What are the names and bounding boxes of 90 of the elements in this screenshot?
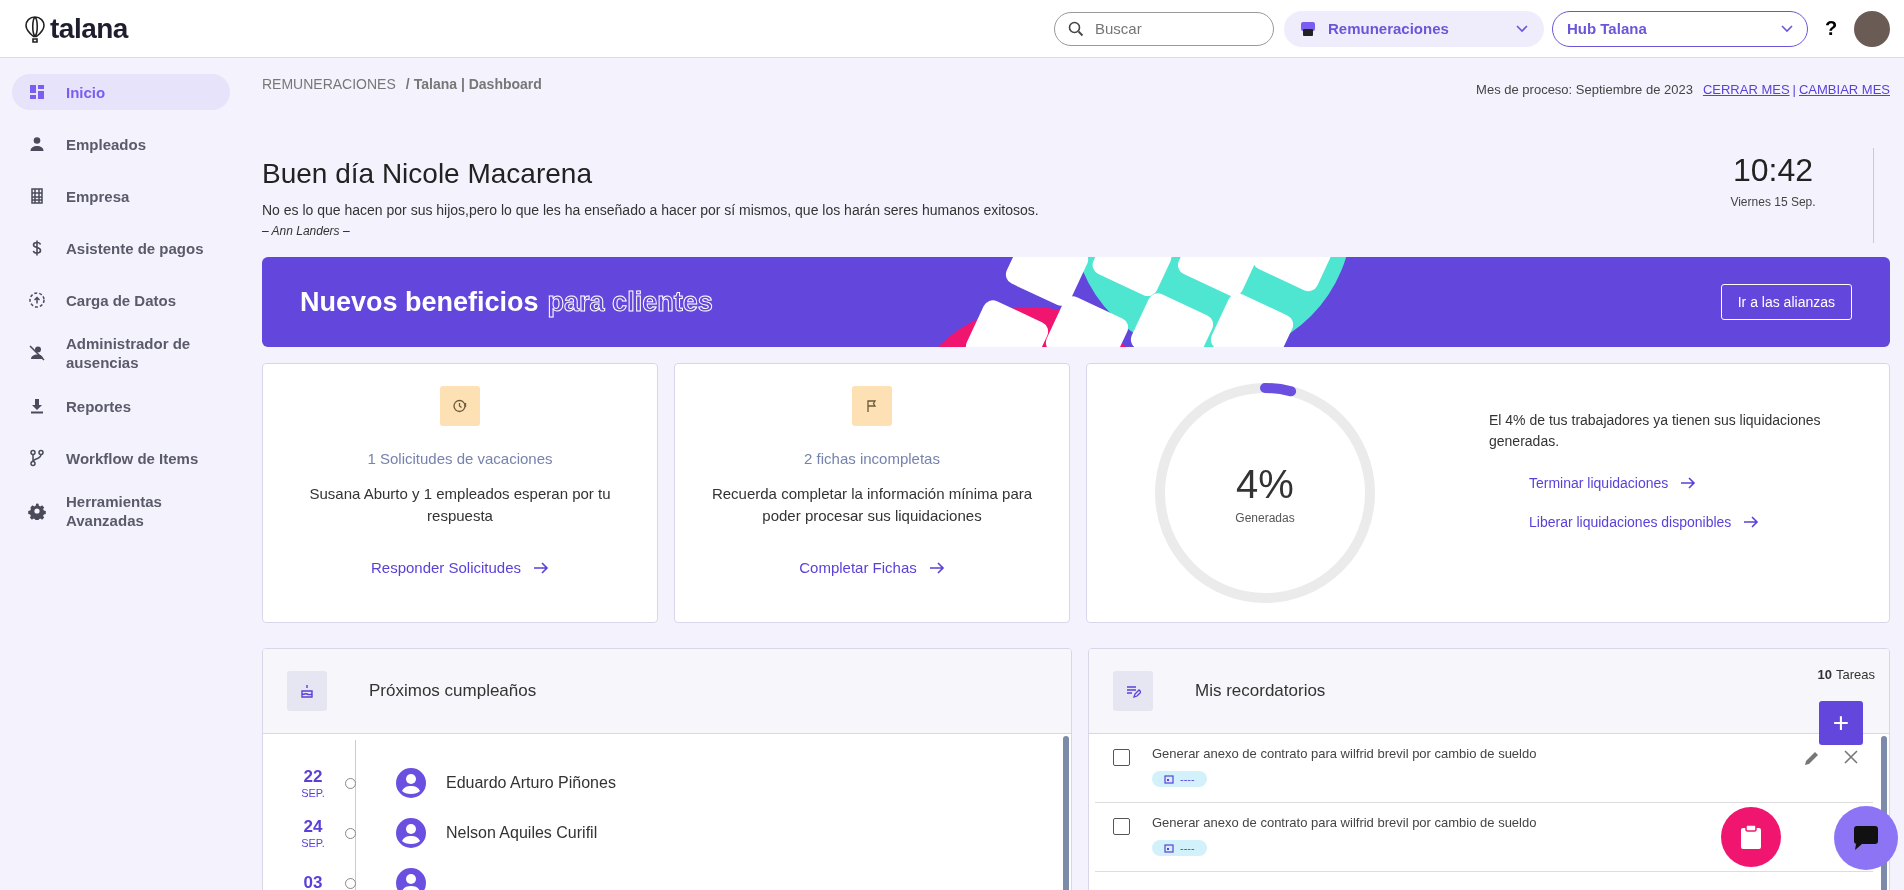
sidebar-item[interactable]: Herramientas Avanzadas xyxy=(12,492,230,530)
person-icon xyxy=(28,135,46,153)
card-title: 1 Solicitudes de vacaciones xyxy=(367,450,553,467)
employee-name: Eduardo Arturo Piñones xyxy=(446,774,616,792)
sidebar-item[interactable]: Empleados xyxy=(12,126,230,162)
close-icon[interactable] xyxy=(1843,749,1859,765)
clock-time: 10:42 xyxy=(1731,152,1815,189)
dashboard-icon xyxy=(28,83,46,101)
list-edit-icon xyxy=(1113,671,1153,711)
birthday-month: SEP. xyxy=(300,787,326,799)
progress-link[interactable]: Terminar liquidaciones xyxy=(1529,475,1697,491)
change-month-link[interactable]: CAMBIAR MES xyxy=(1799,82,1890,97)
arrow-right-icon xyxy=(1680,476,1697,490)
task-count: 10 xyxy=(1817,667,1832,682)
sidebar-item[interactable]: Asistente de pagos xyxy=(12,230,230,266)
alliances-button[interactable]: Ir a las alianzas xyxy=(1720,284,1852,320)
hub-dropdown[interactable]: Hub Talana xyxy=(1552,10,1808,47)
sidebar-item[interactable]: Administrador de ausencias xyxy=(12,334,230,372)
clock-icon xyxy=(440,386,480,426)
chevron-down-icon xyxy=(1781,24,1793,33)
card-text: Recuerda completar la información mínima para poder procesar sus liquidaciones xyxy=(710,484,1034,526)
progress-value: 4% xyxy=(1236,461,1294,507)
search-field[interactable]: Buscar xyxy=(1054,11,1274,46)
sidebar-item[interactable]: Reportes xyxy=(12,388,230,424)
person-avatar-icon xyxy=(396,768,426,798)
download-icon xyxy=(28,397,46,415)
quote-author: – Ann Landers – xyxy=(262,224,351,238)
date-tag: ---- xyxy=(1152,840,1207,856)
building-icon xyxy=(28,187,46,205)
printer-icon xyxy=(1300,20,1316,37)
clipboard-icon xyxy=(1740,824,1762,850)
card-link[interactable]: Responder Solicitudes xyxy=(370,559,550,576)
upload-icon xyxy=(28,291,46,309)
quote-text: No es lo que hacen por sus hijos,pero lo que les ha enseñado a hacer por sí mismos, que los harán seres humanos exitosos. xyxy=(262,202,1039,218)
close-month-link[interactable]: CERRAR MES xyxy=(1702,82,1790,97)
progress-text: El 4% de tus trabajadores ya tienen sus liquidaciones generadas. xyxy=(1489,411,1822,451)
balloon-icon xyxy=(24,14,46,43)
task-count-label: Tareas xyxy=(1835,667,1875,682)
calendar-icon xyxy=(1164,774,1174,784)
breadcrumb-separator: / xyxy=(405,76,410,92)
panel-title: Mis recordatorios xyxy=(1195,681,1326,701)
employee-name: Nelson Aquiles Curifil xyxy=(446,824,598,842)
date-tag: ---- xyxy=(1152,771,1207,787)
card-link[interactable]: Completar Fichas xyxy=(799,559,945,576)
timeline-dot xyxy=(345,777,356,789)
sidebar-item[interactable]: Carga de Datos xyxy=(12,282,230,318)
branch-icon xyxy=(28,449,46,467)
progress-caption: Generadas xyxy=(1235,510,1295,525)
user-avatar[interactable] xyxy=(1854,10,1890,47)
timeline-dot xyxy=(345,827,356,839)
module-dropdown[interactable]: Remuneraciones xyxy=(1284,10,1544,47)
calendar-icon xyxy=(1164,843,1174,853)
add-reminder-button[interactable]: + xyxy=(1819,701,1863,745)
cake-icon xyxy=(287,671,327,711)
checkbox[interactable] xyxy=(1113,818,1130,835)
search-icon xyxy=(1068,20,1084,37)
sidebar-item[interactable]: Inicio xyxy=(12,74,230,110)
birthday-day: 24 xyxy=(293,817,333,837)
breadcrumb-link[interactable]: REMUNERACIONES xyxy=(262,76,396,92)
sidebar-item[interactable]: Workflow de Items xyxy=(12,440,230,476)
birthday-day: 03 xyxy=(293,873,333,890)
flag-icon xyxy=(852,386,892,426)
gear-icon xyxy=(28,502,46,520)
arrow-right-icon xyxy=(1743,515,1760,529)
banner-title-outline: para clientes xyxy=(547,286,713,318)
logo-text[interactable]: talana xyxy=(50,12,128,45)
reminder-text: Generar anexo de contrato para wilfrid brevil por cambio de sueldo xyxy=(1152,746,1537,761)
sidebar-item[interactable]: Empresa xyxy=(12,178,230,214)
scrollbar[interactable] xyxy=(1063,736,1069,890)
breadcrumb-current: Talana | Dashboard xyxy=(413,76,542,92)
birthday-month: SEP. xyxy=(300,837,326,849)
person-avatar-icon xyxy=(396,818,426,848)
card-text: Susana Aburto y 1 empleados esperan por tu respuesta xyxy=(308,484,612,526)
person-off-icon xyxy=(28,344,46,362)
pencil-icon[interactable] xyxy=(1803,749,1821,767)
link-separator: | xyxy=(1792,82,1796,97)
checkbox[interactable] xyxy=(1113,749,1130,766)
arrow-right-icon xyxy=(533,560,550,575)
card-title: 2 fichas incompletas xyxy=(804,450,940,467)
greeting-title: Buen día Nicole Macarena xyxy=(262,158,593,190)
progress-link[interactable]: Liberar liquidaciones disponibles xyxy=(1529,514,1760,530)
panel-title: Próximos cumpleaños xyxy=(369,681,537,701)
chat-bubble-icon xyxy=(1852,825,1880,851)
process-month: Mes de proceso: Septiembre de 2023 xyxy=(1476,82,1693,97)
chevron-down-icon xyxy=(1516,24,1528,33)
birthday-day: 22 xyxy=(293,767,333,787)
arrow-right-icon xyxy=(928,560,945,575)
clock-date: Viernes 15 Sep. xyxy=(1729,195,1817,209)
banner-title: Nuevos beneficios xyxy=(300,286,539,318)
reminder-text: Generar anexo de contrato para wilfrid brevil por cambio de sueldo xyxy=(1152,815,1537,830)
